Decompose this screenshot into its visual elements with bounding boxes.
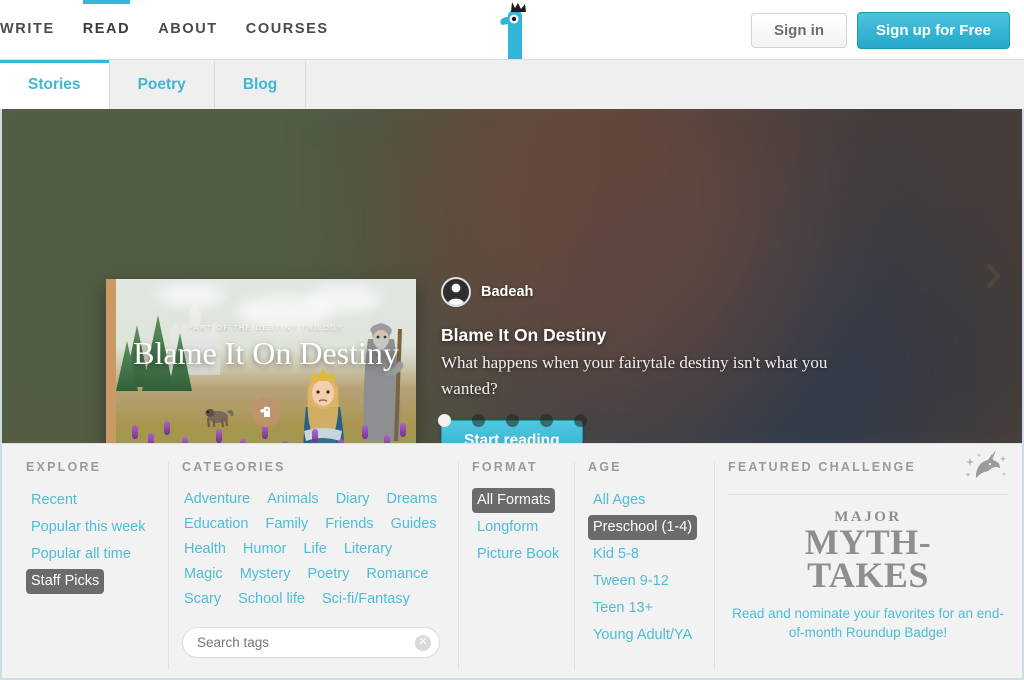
hero-story-description: What happens when your fairytale destiny… — [441, 353, 828, 398]
category-family[interactable]: Family — [264, 513, 311, 536]
format-heading: FORMAT — [472, 460, 538, 474]
filter-column-explore: EXPLORE Recent Popular this week Popular… — [2, 460, 168, 680]
age-item-young-adult[interactable]: Young Adult/YA — [588, 623, 697, 648]
carousel-dot-1[interactable] — [437, 414, 451, 427]
carousel-dots — [2, 414, 1022, 427]
princess-illustration — [292, 363, 354, 443]
explore-item-popular-all-time[interactable]: Popular all time — [26, 542, 136, 567]
filter-column-categories: CATEGORIES Adventure Animals Diary Dream… — [168, 460, 458, 680]
explore-item-staff-picks[interactable]: Staff Picks — [26, 569, 105, 594]
clear-x-icon[interactable]: ✕ — [415, 634, 431, 651]
nav-item-read[interactable]: READ — [69, 0, 145, 59]
tab-stories[interactable]: Stories — [0, 60, 110, 109]
challenge-subtitle[interactable]: Read and nominate your favorites for an … — [728, 604, 1008, 642]
unicorn-sparkle-icon — [962, 450, 1008, 484]
tab-blog[interactable]: Blog — [214, 60, 307, 109]
category-health[interactable]: Health — [182, 538, 228, 561]
challenge-heading: FEATURED CHALLENGE — [728, 460, 916, 474]
search-tags-input[interactable] — [182, 627, 440, 658]
page-root: WRITE READ ABOUT COURSES Sign in Sign up… — [0, 0, 1024, 680]
category-friends[interactable]: Friends — [323, 513, 375, 536]
category-sci-fi-fantasy[interactable]: Sci-fi/Fantasy — [320, 588, 412, 611]
age-list: All Ages Preschool (1-4) Kid 5-8 Tween 9… — [588, 488, 700, 648]
category-school-life[interactable]: School life — [236, 588, 307, 611]
category-education[interactable]: Education — [182, 513, 251, 536]
filter-bar: EXPLORE Recent Popular this week Popular… — [0, 443, 1024, 680]
category-humor[interactable]: Humor — [241, 538, 289, 561]
category-guides[interactable]: Guides — [389, 513, 439, 536]
category-literary[interactable]: Literary — [342, 538, 394, 561]
age-heading: AGE — [588, 460, 622, 474]
nav-item-write[interactable]: WRITE — [0, 0, 69, 59]
explore-list: Recent Popular this week Popular all tim… — [26, 488, 154, 594]
user-avatar-icon — [441, 277, 471, 307]
filter-column-challenge: FEATURED CHALLENGE MAJOR MYTH- TAKES Rea… — [714, 450, 1022, 680]
author-name: Badeah — [481, 284, 534, 300]
age-item-preschool[interactable]: Preschool (1-4) — [588, 515, 698, 540]
format-item-all-formats[interactable]: All Formats — [472, 488, 556, 513]
age-item-all-ages[interactable]: All Ages — [588, 488, 650, 513]
carousel-dot-2[interactable] — [471, 414, 485, 427]
category-animals[interactable]: Animals — [265, 488, 321, 511]
category-diary[interactable]: Diary — [334, 488, 372, 511]
challenge-artwork[interactable]: MAJOR MYTH- TAKES — [728, 509, 1008, 595]
category-life[interactable]: Life — [301, 538, 328, 561]
author-row[interactable]: Badeah — [441, 277, 881, 307]
challenge-divider — [728, 494, 1008, 495]
category-dreams[interactable]: Dreams — [385, 488, 440, 511]
sign-in-button[interactable]: Sign in — [750, 13, 847, 48]
carousel-dot-4[interactable] — [539, 414, 553, 427]
challenge-header: FEATURED CHALLENGE — [728, 450, 1008, 488]
nav-item-courses[interactable]: COURSES — [232, 0, 343, 59]
categories-heading: CATEGORIES — [182, 460, 286, 474]
carousel-dot-3[interactable] — [505, 414, 519, 427]
challenge-title-line3: TAKES — [807, 555, 929, 595]
categories-list: Adventure Animals Diary Dreams Education… — [182, 488, 440, 611]
format-item-picture-book[interactable]: Picture Book — [472, 542, 564, 567]
category-mystery[interactable]: Mystery — [238, 563, 293, 586]
primary-nav: WRITE READ ABOUT COURSES — [0, 0, 343, 59]
featured-story-hero: PART OF THE DESTINY TRILOGY Blame It On … — [0, 109, 1024, 443]
filter-column-age: AGE All Ages Preschool (1-4) Kid 5-8 Twe… — [574, 460, 714, 680]
age-item-tween[interactable]: Tween 9-12 — [588, 569, 674, 594]
cover-title-text: Blame It On Destiny — [133, 335, 399, 371]
category-romance[interactable]: Romance — [364, 563, 430, 586]
hero-story-title: Blame It On Destiny — [441, 325, 607, 345]
explore-heading: EXPLORE — [26, 460, 102, 474]
category-poetry[interactable]: Poetry — [305, 563, 351, 586]
category-scary[interactable]: Scary — [182, 588, 223, 611]
search-tags-wrapper: ✕ — [182, 627, 440, 658]
auth-buttons: Sign in Sign up for Free — [750, 12, 1010, 49]
age-item-kid[interactable]: Kid 5-8 — [588, 542, 644, 567]
content-type-tabs: Stories Poetry Blog — [0, 59, 1024, 109]
nav-item-about[interactable]: ABOUT — [144, 0, 232, 59]
format-list: All Formats Longform Picture Book — [472, 488, 560, 567]
tab-poetry[interactable]: Poetry — [109, 60, 215, 109]
category-magic[interactable]: Magic — [182, 563, 225, 586]
explore-item-popular-this-week[interactable]: Popular this week — [26, 515, 150, 540]
age-item-teen[interactable]: Teen 13+ — [588, 596, 658, 621]
category-adventure[interactable]: Adventure — [182, 488, 252, 511]
cover-kicker-text: PART OF THE DESTINY TRILOGY — [188, 325, 344, 332]
filter-column-format: FORMAT All Formats Longform Picture Book — [458, 460, 574, 680]
bird-with-crown-logo[interactable] — [488, 0, 540, 62]
sign-up-button[interactable]: Sign up for Free — [856, 12, 1010, 49]
top-navigation-bar: WRITE READ ABOUT COURSES Sign in Sign up… — [0, 0, 1024, 62]
carousel-dot-5[interactable] — [573, 414, 587, 427]
explore-item-recent[interactable]: Recent — [26, 488, 82, 513]
format-item-longform[interactable]: Longform — [472, 515, 543, 540]
chevron-right-icon[interactable] — [982, 259, 1006, 293]
